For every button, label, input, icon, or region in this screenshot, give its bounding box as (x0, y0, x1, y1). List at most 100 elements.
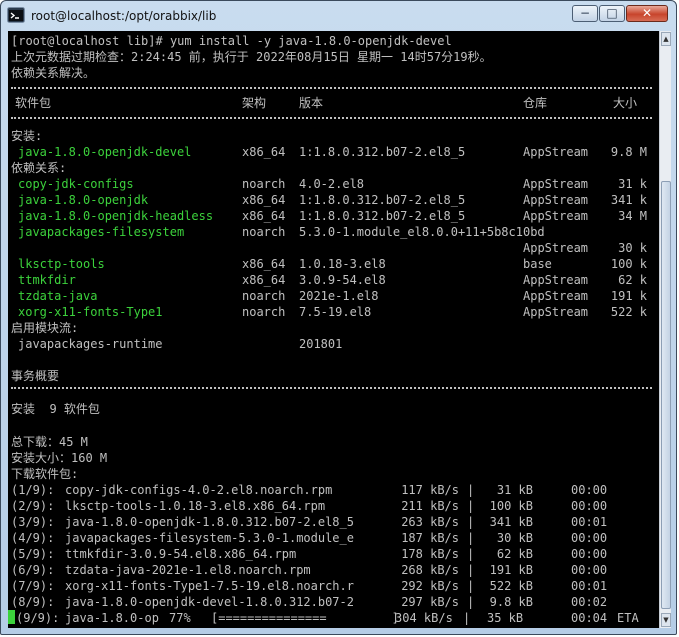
minimize-button[interactable]: − (572, 5, 598, 22)
package-size: 191 k (610, 289, 647, 303)
package-name: copy-jdk-configs (18, 177, 134, 191)
package-repo: base (523, 257, 552, 271)
download-size: 9.8 kB (489, 595, 533, 609)
module-stream: 201801 (299, 337, 343, 351)
package-size: 62 k (618, 273, 647, 287)
download-file: java-1.8.0-openjdk-devel-1.8.0.312.b07-2 (65, 595, 354, 609)
package-repo: AppStream (523, 193, 589, 207)
terminal-screen[interactable]: [root@localhost lib]# yum install -y jav… (8, 31, 659, 628)
download-time: 00:00 (571, 499, 608, 513)
close-button[interactable]: ✕ (626, 5, 668, 22)
package-name: ttmkfdir (18, 273, 76, 287)
package-arch: noarch (242, 305, 286, 319)
progress-eta: ETA (617, 611, 639, 625)
scroll-down-arrow-icon[interactable]: ▼ (661, 613, 671, 627)
package-repo: AppStream (523, 145, 589, 159)
download-index: (5/9): (11, 547, 55, 561)
scrollbar-thumb[interactable] (661, 181, 671, 609)
download-index: (2/9): (11, 499, 55, 513)
download-size: 31 kB (496, 483, 533, 497)
resolving-line: 依赖关系解决。 (11, 66, 96, 80)
package-name: tzdata-java (18, 289, 98, 303)
download-size: 522 kB (489, 579, 533, 593)
progress-index: (9/9): (16, 611, 60, 625)
scroll-up-arrow-icon[interactable]: ▲ (661, 32, 671, 46)
download-file: ttmkfdir-3.0.9-54.el8.x86_64.rpm (65, 547, 297, 561)
title-bar[interactable]: root@localhost:/opt/orabbix/lib − □ ✕ (1, 1, 676, 31)
download-speed: 268 kB/s (401, 563, 459, 577)
module-row: javapackages-runtime 201801 (11, 336, 342, 352)
download-index: (1/9): (11, 483, 55, 497)
minimize-icon: − (579, 6, 591, 20)
header-version: 版本 (299, 96, 324, 110)
download-file: tzdata-java-2021e-1.el8.noarch.rpm (65, 563, 311, 577)
total-download: 总下载：45 M (11, 435, 88, 449)
package-arch: x86_64 (242, 273, 286, 287)
download-time: 00:01 (571, 579, 608, 593)
download-index: (8/9): (11, 595, 55, 609)
download-size: 62 kB (496, 547, 533, 561)
download-speed: 117 kB/s (401, 483, 459, 497)
summary-label: 事务概要 (11, 369, 60, 383)
downloading-label: 下载软件包: (11, 467, 79, 481)
dependencies-label: 依赖关系: (11, 161, 67, 175)
package-size: 522 k (610, 305, 647, 319)
package-name: java-1.8.0-openjdk (18, 193, 149, 207)
module-name: javapackages-runtime (18, 337, 163, 351)
package-version: 3.0.9-54.el8 (299, 273, 386, 287)
download-speed: 263 kB/s (401, 515, 459, 529)
vertical-scrollbar[interactable]: ▲ ▼ (659, 31, 671, 628)
package-version: 2021e-1.el8 (299, 289, 379, 303)
progress-bar: [=============== ] (211, 611, 399, 625)
package-arch: x86_64 (242, 145, 286, 159)
package-repo: AppStream (523, 289, 589, 303)
download-index: (6/9): (11, 563, 55, 577)
download-time: 00:00 (571, 483, 608, 497)
metadata-check-line: 上次元数据过期检查：2:24:45 前，执行于 2022年08月15日 星期一 … (11, 50, 492, 64)
download-speed: 297 kB/s (401, 595, 459, 609)
package-arch: x86_64 (242, 209, 286, 223)
maximize-button[interactable]: □ (599, 5, 625, 22)
separator (11, 387, 652, 391)
install-size: 安装大小：160 M (11, 451, 108, 465)
download-file: java-1.8.0-openjdk-1.8.0.312.b07-2.el8_5 (65, 515, 354, 529)
terminal-window: root@localhost:/opt/orabbix/lib − □ ✕ [r… (0, 0, 677, 635)
progress-size: 35 kB (487, 611, 524, 625)
package-name: java-1.8.0-openjdk-devel (18, 145, 192, 159)
download-speed: 178 kB/s (401, 547, 459, 561)
package-size: 30 k (618, 241, 647, 255)
package-repo: AppStream (523, 305, 589, 319)
table-header: 软件包 架构 版本 仓库 大小 (11, 95, 637, 111)
maximize-icon: □ (606, 6, 618, 20)
close-icon: ✕ (641, 6, 653, 20)
package-arch: noarch (242, 225, 286, 239)
download-speed: 187 kB/s (401, 531, 459, 545)
package-size: 31 k (618, 177, 647, 191)
package-repo: AppStream (523, 177, 589, 191)
package-version: 7.5-19.el8 (299, 305, 372, 319)
package-version: 1.0.18-3.el8 (299, 257, 386, 271)
package-name: xorg-x11-fonts-Type1 (18, 305, 163, 319)
progress-file: java-1.8.0-op (65, 611, 159, 625)
package-name: javapackages-filesystem (18, 225, 185, 239)
package-size: 341 k (610, 193, 647, 207)
package-version: 4.0-2.el8 (299, 177, 365, 191)
package-arch: noarch (242, 177, 286, 191)
download-index: (4/9): (11, 531, 55, 545)
download-size: 341 kB (489, 515, 533, 529)
package-version: 1:1.8.0.312.b07-2.el8_5 (299, 193, 466, 207)
package-name: java-1.8.0-openjdk-headless (18, 209, 214, 223)
cursor (8, 610, 15, 626)
download-file: copy-jdk-configs-4.0-2.el8.noarch.rpm (65, 483, 333, 497)
download-size: 100 kB (489, 499, 533, 513)
package-size: 100 k (610, 257, 647, 271)
package-version: 1:1.8.0.312.b07-2.el8_5 (299, 209, 466, 223)
download-speed: 211 kB/s (401, 499, 459, 513)
download-file: javapackages-filesystem-5.3.0-1.module_e (65, 531, 354, 545)
separator (11, 87, 652, 91)
package-arch: noarch (242, 289, 286, 303)
terminal-app-icon (7, 7, 25, 23)
download-file: xorg-x11-fonts-Type1-7.5-19.el8.noarch.r (65, 579, 354, 593)
package-version: 1:1.8.0.312.b07-2.el8_5 (299, 145, 466, 159)
package-name: lksctp-tools (18, 257, 105, 271)
